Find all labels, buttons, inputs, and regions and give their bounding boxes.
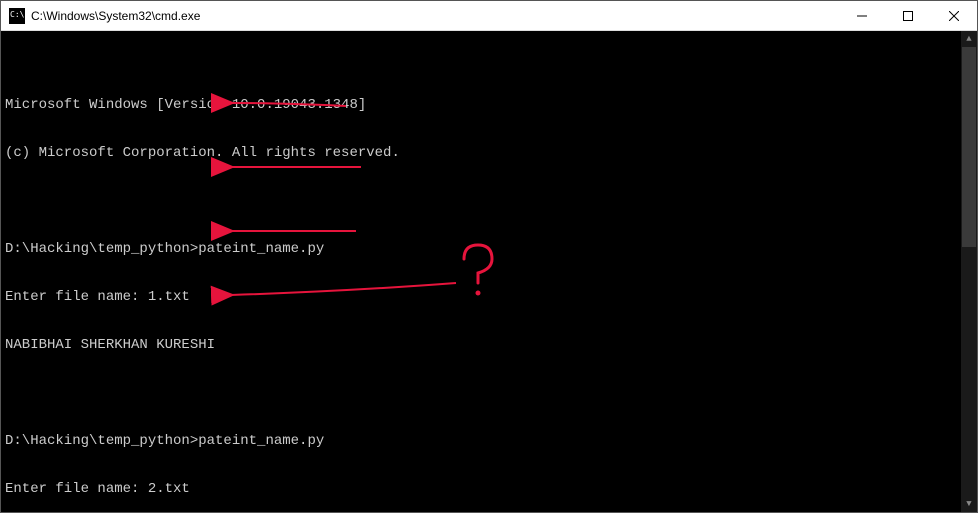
terminal-line: D:\Hacking\temp_python>pateint_name.py bbox=[5, 433, 973, 449]
maximize-icon bbox=[903, 11, 913, 21]
titlebar[interactable]: C:\Windows\System32\cmd.exe bbox=[1, 1, 977, 31]
minimize-icon bbox=[857, 11, 867, 21]
scrollbar-thumb[interactable] bbox=[962, 47, 976, 247]
terminal-line: D:\Hacking\temp_python>pateint_name.py bbox=[5, 241, 973, 257]
terminal-area[interactable]: Microsoft Windows [Version 10.0.19043.13… bbox=[1, 31, 977, 512]
terminal-line bbox=[5, 385, 973, 401]
vertical-scrollbar[interactable]: ▲ ▼ bbox=[961, 31, 977, 512]
maximize-button[interactable] bbox=[885, 1, 931, 30]
scroll-down-icon[interactable]: ▼ bbox=[961, 496, 977, 512]
terminal-line: (c) Microsoft Corporation. All rights re… bbox=[5, 145, 973, 161]
terminal-output: Microsoft Windows [Version 10.0.19043.13… bbox=[5, 65, 973, 512]
terminal-line: NABIBHAI SHERKHAN KURESHI bbox=[5, 337, 973, 353]
terminal-line bbox=[5, 193, 973, 209]
terminal-line: Microsoft Windows [Version 10.0.19043.13… bbox=[5, 97, 973, 113]
scroll-up-icon[interactable]: ▲ bbox=[961, 31, 977, 47]
minimize-button[interactable] bbox=[839, 1, 885, 30]
terminal-line: Enter file name: 2.txt bbox=[5, 481, 973, 497]
cmd-icon bbox=[9, 8, 25, 24]
close-icon bbox=[949, 11, 959, 21]
terminal-line: Enter file name: 1.txt bbox=[5, 289, 973, 305]
window-controls bbox=[839, 1, 977, 30]
close-button[interactable] bbox=[931, 1, 977, 30]
cmd-window: C:\Windows\System32\cmd.exe Microsoft Wi… bbox=[0, 0, 978, 513]
window-title: C:\Windows\System32\cmd.exe bbox=[31, 9, 839, 23]
